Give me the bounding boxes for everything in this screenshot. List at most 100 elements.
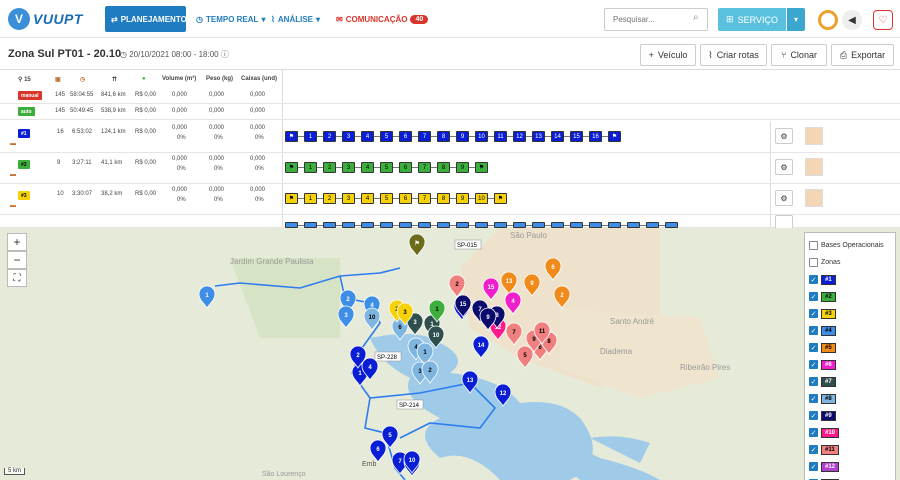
fullscreen-icon[interactable]: ⛶ <box>7 269 27 287</box>
stop-chip[interactable]: 9 <box>456 162 469 173</box>
stop-chip[interactable]: 4 <box>361 131 374 142</box>
stop-chip[interactable]: 8 <box>437 131 450 142</box>
route-settings-button[interactable]: ⚙ <box>775 128 793 144</box>
stop-chip[interactable]: 3 <box>342 162 355 173</box>
nav-comunicacao[interactable]: ✉ COMUNICAÇÃO 40 <box>330 6 434 32</box>
checked-checkbox[interactable]: ✓ <box>809 343 818 352</box>
depot-flag-icon[interactable]: ⚑ <box>285 162 298 173</box>
clone-button[interactable]: ⑂ Clonar <box>771 44 827 66</box>
legend-route[interactable]: ✓ #11 <box>809 441 891 458</box>
export-button[interactable]: ⎙ Exportar <box>831 44 894 66</box>
legend-layer[interactable]: Bases Operacionais <box>809 237 891 254</box>
servico-button[interactable]: ⊞ SERVIÇO <box>718 8 786 31</box>
legend-route[interactable]: ✓ #5 <box>809 339 891 356</box>
route-map[interactable]: SP-015 SP-228 SP-214 Emb São Lourenço Sa… <box>0 228 900 480</box>
legend-route[interactable]: ✓ #9 <box>809 407 891 424</box>
map-canvas[interactable]: SP-015 SP-228 SP-214 Emb São Lourenço Sa… <box>0 228 900 480</box>
legend-route[interactable]: ✓ #2 <box>809 288 891 305</box>
stop-chip[interactable]: 11 <box>494 131 507 142</box>
stop-chip[interactable]: 1 <box>304 193 317 204</box>
legend-layer[interactable]: Zonas <box>809 254 891 271</box>
stop-chip[interactable]: 2 <box>323 131 336 142</box>
stop-chip[interactable]: 12 <box>513 131 526 142</box>
legend-route[interactable]: ✓ #6 <box>809 356 891 373</box>
stop-chip[interactable]: 4 <box>361 193 374 204</box>
stop-chip[interactable]: 16 <box>589 131 602 142</box>
legend-route[interactable]: ✓ #1 <box>809 271 891 288</box>
route-settings-button[interactable]: ⚙ <box>775 159 793 175</box>
depot-flag-icon[interactable]: ⚑ <box>608 131 621 142</box>
driver-avatar[interactable] <box>805 189 823 207</box>
stop-chip[interactable]: 14 <box>551 131 564 142</box>
stop-chip[interactable]: 7 <box>418 193 431 204</box>
depot-flag-icon[interactable]: ⚑ <box>475 162 488 173</box>
zoom-in-button[interactable]: + <box>7 233 27 251</box>
stop-chip[interactable]: 9 <box>456 131 469 142</box>
legend-route[interactable]: ✓ #7 <box>809 373 891 390</box>
stop-chip[interactable]: 1 <box>304 162 317 173</box>
route-tag[interactable]: #3 <box>18 191 30 200</box>
driver-avatar[interactable] <box>805 127 823 145</box>
nav-tempo-real[interactable]: ◷ TEMPO REAL ▾ <box>190 6 271 32</box>
stop-chip[interactable]: 13 <box>532 131 545 142</box>
legend-route[interactable]: ✓ #10 <box>809 424 891 441</box>
route-tag[interactable]: #1 <box>18 129 30 138</box>
add-vehicle-button[interactable]: + Veículo <box>640 44 696 66</box>
stop-chip[interactable]: 3 <box>342 131 355 142</box>
user-shield-icon[interactable]: ♡ <box>873 10 893 30</box>
depot-flag-icon[interactable]: ⚑ <box>285 131 298 142</box>
driver-avatar[interactable] <box>805 158 823 176</box>
legend-route[interactable]: ✓ #3 <box>809 305 891 322</box>
summary-tag[interactable]: auto <box>18 107 35 116</box>
stop-chip[interactable]: 5 <box>380 193 393 204</box>
logo[interactable]: V VUUPT <box>8 8 83 30</box>
route-settings-button[interactable] <box>775 215 793 228</box>
legend-route[interactable]: ✓#13 <box>809 475 891 480</box>
legend-route[interactable]: ✓ #12 <box>809 458 891 475</box>
legend-route[interactable]: ✓ #8 <box>809 390 891 407</box>
checked-checkbox[interactable]: ✓ <box>809 275 818 284</box>
stop-chip[interactable]: 5 <box>380 162 393 173</box>
zoom-out-button[interactable]: − <box>7 251 27 269</box>
depot-flag-icon[interactable]: ⚑ <box>285 193 298 204</box>
info-icon[interactable]: ⓘ <box>221 50 229 59</box>
depot-flag-icon[interactable]: ⚑ <box>494 193 507 204</box>
route-settings-button[interactable]: ⚙ <box>775 190 793 206</box>
stop-chip[interactable]: 7 <box>418 131 431 142</box>
checked-checkbox[interactable]: ✓ <box>809 462 818 471</box>
checked-checkbox[interactable]: ✓ <box>809 360 818 369</box>
checked-checkbox[interactable]: ✓ <box>809 309 818 318</box>
stop-chip[interactable]: 15 <box>570 131 583 142</box>
route-tag[interactable]: #2 <box>18 160 30 169</box>
nav-planejamento[interactable]: ⇄ PLANEJAMENTO <box>105 6 187 32</box>
checkbox[interactable] <box>809 258 818 267</box>
stop-chip[interactable]: 10 <box>475 193 488 204</box>
stop-chip[interactable]: 3 <box>342 193 355 204</box>
checked-checkbox[interactable]: ✓ <box>809 394 818 403</box>
servico-dropdown-button[interactable]: ▾ <box>787 8 805 31</box>
checked-checkbox[interactable]: ✓ <box>809 292 818 301</box>
stop-chip[interactable]: 7 <box>418 162 431 173</box>
stop-chip[interactable]: 8 <box>437 162 450 173</box>
summary-tag[interactable]: manual <box>18 91 42 100</box>
stop-chip[interactable]: 2 <box>323 162 336 173</box>
stop-chip[interactable]: 6 <box>399 162 412 173</box>
stop-chip[interactable]: 6 <box>399 131 412 142</box>
stop-chip[interactable]: 5 <box>380 131 393 142</box>
checked-checkbox[interactable]: ✓ <box>809 326 818 335</box>
help-lifebuoy-icon[interactable] <box>818 10 838 30</box>
legend-route[interactable]: ✓ #4 <box>809 322 891 339</box>
megaphone-icon[interactable]: ◀ <box>842 10 862 30</box>
stop-chip[interactable]: 2 <box>323 193 336 204</box>
stop-chip[interactable]: 6 <box>399 193 412 204</box>
checked-checkbox[interactable]: ✓ <box>809 428 818 437</box>
checked-checkbox[interactable]: ✓ <box>809 377 818 386</box>
checkbox[interactable] <box>809 241 818 250</box>
nav-analise[interactable]: ⌇ ANÁLISE ▾ <box>265 6 326 32</box>
stop-chip[interactable]: 4 <box>361 162 374 173</box>
checked-checkbox[interactable]: ✓ <box>809 411 818 420</box>
stop-chip[interactable]: 1 <box>304 131 317 142</box>
stop-chip[interactable]: 9 <box>456 193 469 204</box>
checked-checkbox[interactable]: ✓ <box>809 445 818 454</box>
create-routes-button[interactable]: ⌇ Criar rotas <box>700 44 767 66</box>
